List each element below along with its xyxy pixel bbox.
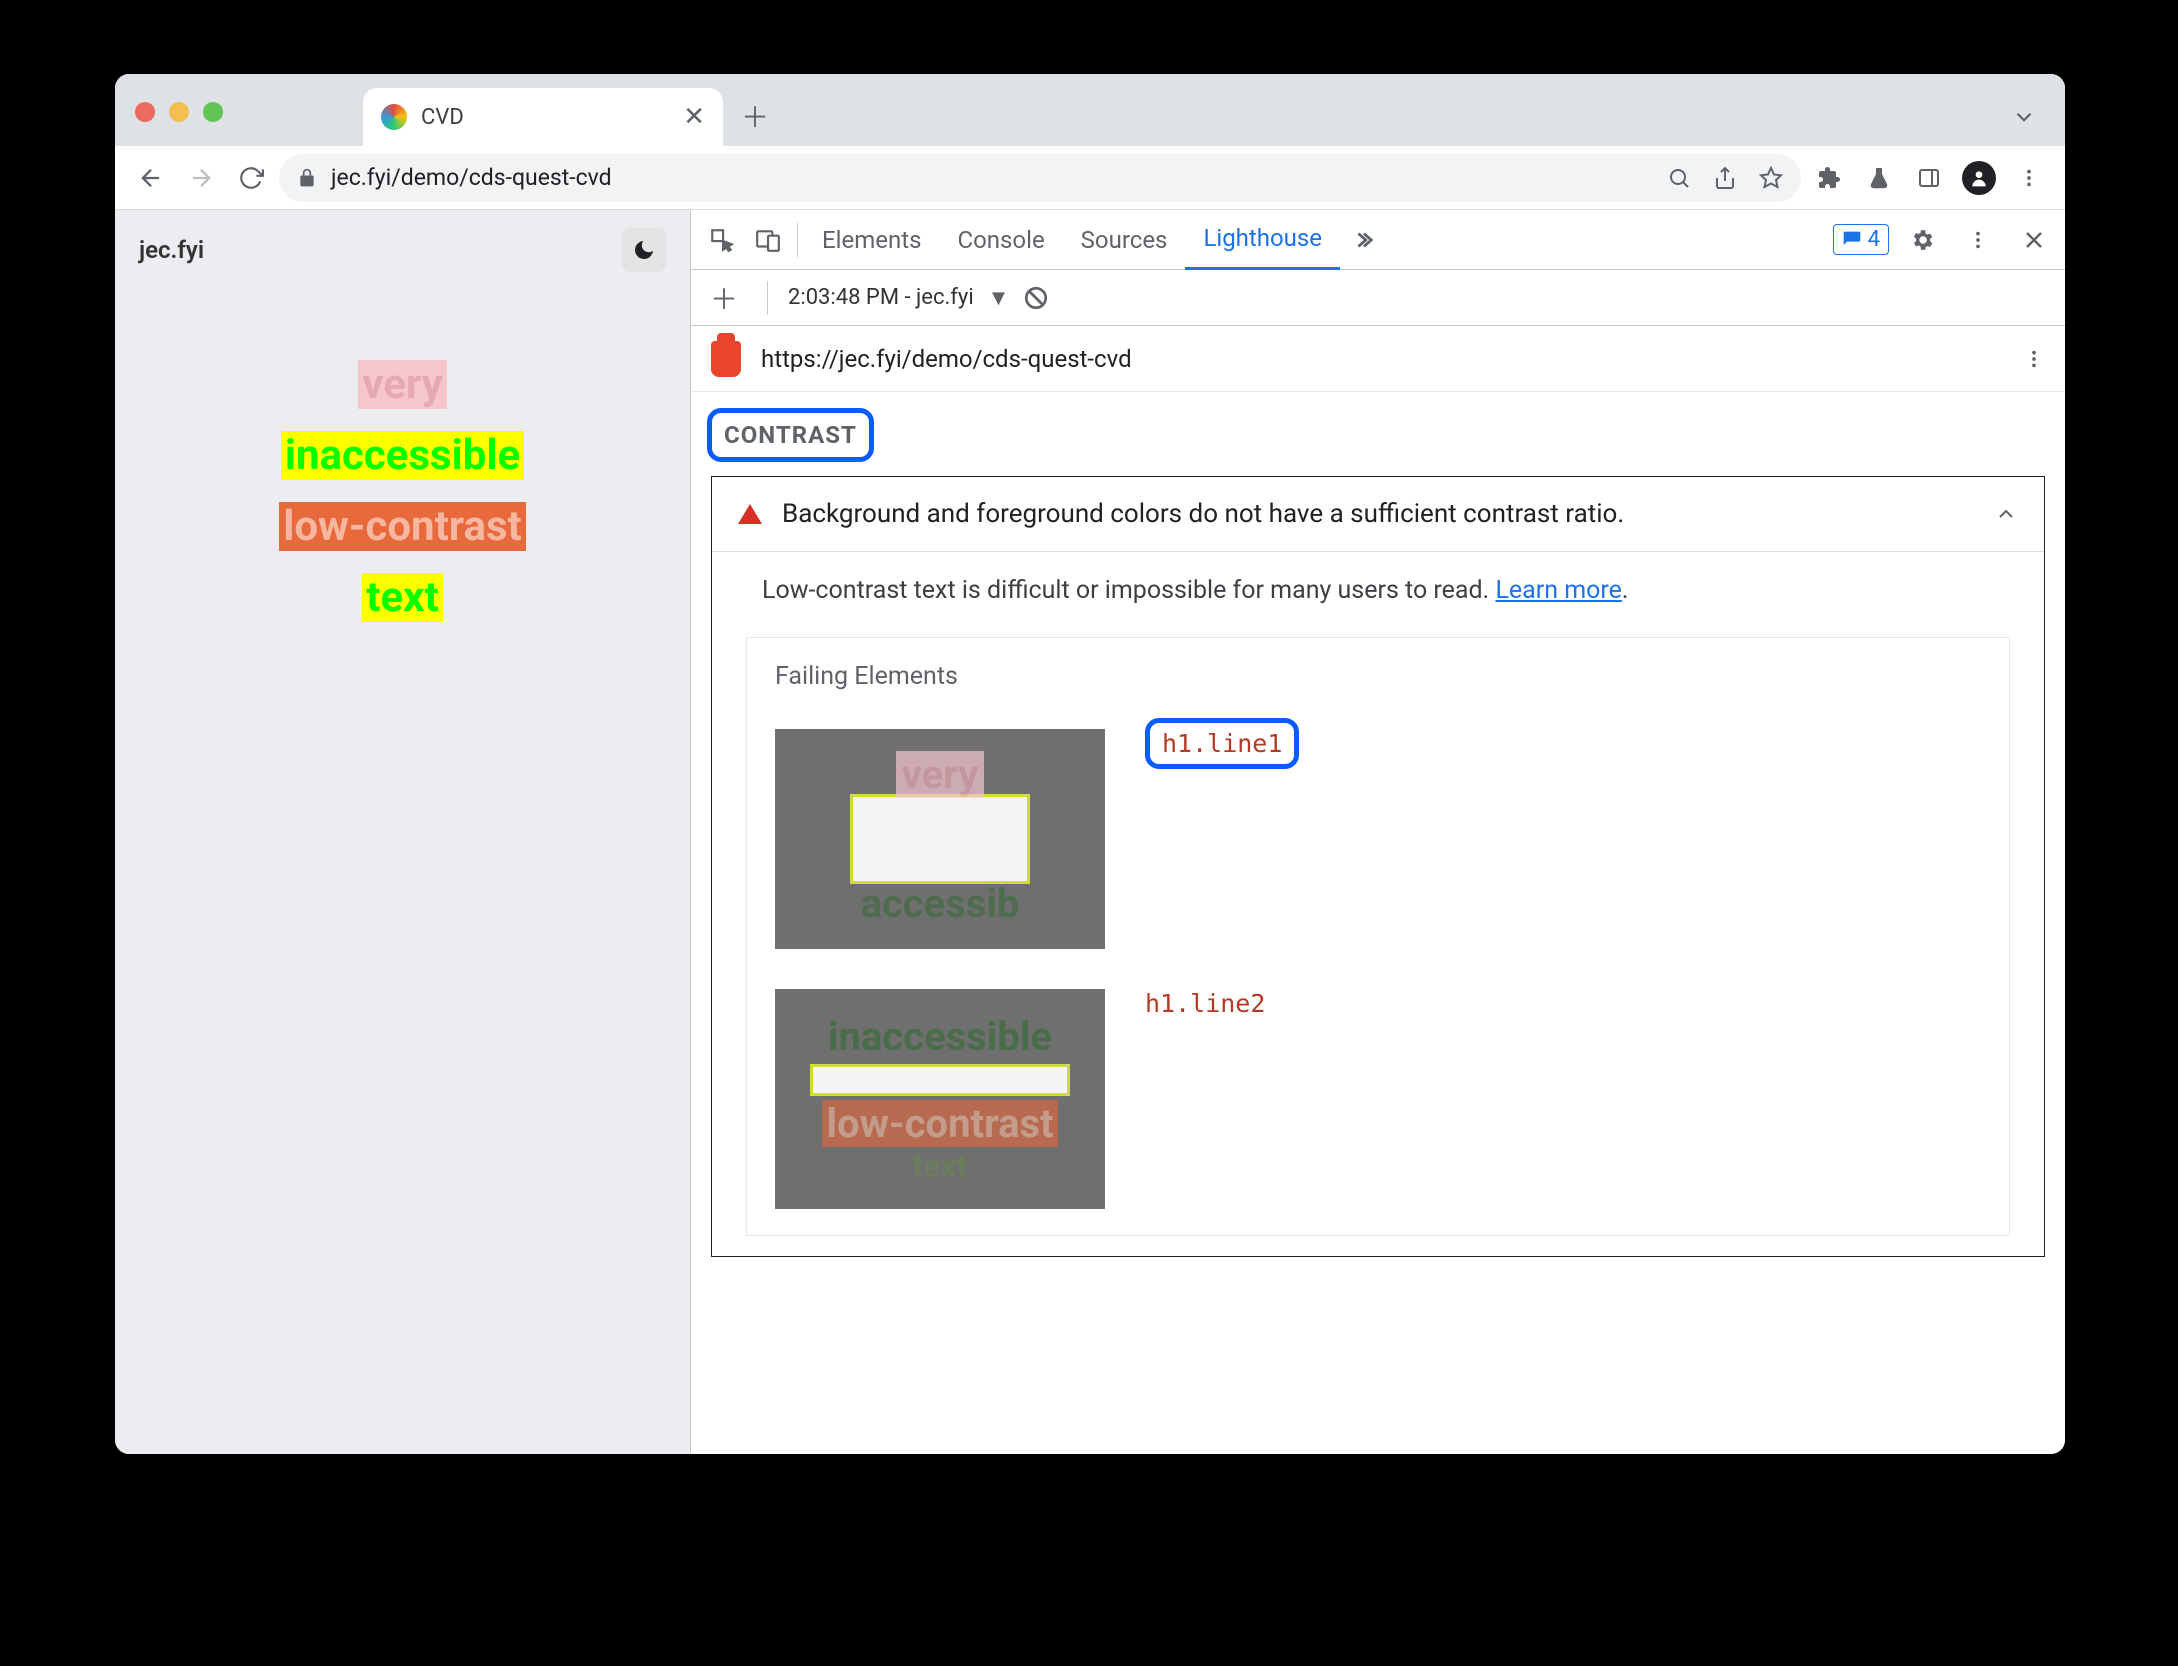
lighthouse-icon (711, 341, 741, 377)
browser-toolbar: jec.fyi/demo/cds-quest-cvd (115, 146, 2065, 210)
address-bar[interactable]: jec.fyi/demo/cds-quest-cvd (279, 154, 1801, 202)
url-text: jec.fyi/demo/cds-quest-cvd (331, 164, 612, 191)
close-devtools-icon[interactable] (2011, 217, 2057, 263)
forward-button[interactable] (179, 156, 223, 200)
tab-console[interactable]: Console (939, 210, 1062, 270)
audit-header[interactable]: Background and foreground colors do not … (712, 477, 2044, 552)
page-word-3: low-contrast (279, 502, 526, 551)
collapse-icon[interactable] (1994, 502, 2018, 526)
tab-elements[interactable]: Elements (804, 210, 939, 270)
contrast-section-label: CONTRAST (707, 408, 874, 462)
dark-mode-toggle[interactable] (622, 228, 666, 272)
new-report-button[interactable]: ＋ (701, 275, 747, 321)
site-title: jec.fyi (139, 236, 204, 264)
close-window-button[interactable] (135, 102, 155, 122)
report-timestamp: 2:03:48 PM - jec.fyi (788, 285, 974, 310)
report-url: https://jec.fyi/demo/cds-quest-cvd (761, 345, 1132, 373)
warning-triangle-icon (738, 504, 762, 524)
back-button[interactable] (129, 156, 173, 200)
close-tab-button[interactable]: ✕ (683, 102, 705, 132)
report-menu-icon[interactable] (2023, 348, 2045, 370)
more-tabs-icon[interactable] (1340, 217, 1386, 263)
browser-menu-button[interactable] (2007, 156, 2051, 200)
rendered-page: jec.fyi very inaccessible low-contrast t… (115, 210, 690, 1454)
reload-button[interactable] (229, 156, 273, 200)
window-controls (135, 102, 223, 122)
failing-element-row[interactable]: inaccessible low-contrast text h1.line2 (747, 975, 2009, 1235)
clear-report-icon[interactable] (1023, 285, 1049, 311)
lock-icon (297, 168, 317, 188)
page-word-4: text (362, 573, 442, 622)
audit-card: Background and foreground colors do not … (711, 476, 2045, 1257)
issues-count: 4 (1868, 227, 1880, 252)
tab-lighthouse[interactable]: Lighthouse (1185, 210, 1340, 270)
report-dropdown-icon[interactable]: ▼ (988, 285, 1010, 311)
zoom-icon[interactable] (1667, 166, 1691, 190)
device-toolbar-icon[interactable] (745, 217, 791, 263)
devtools-menu-icon[interactable] (1955, 217, 2001, 263)
browser-window: CVD ✕ ＋ jec.fyi/demo/cds-qu (115, 74, 2065, 1454)
maximize-window-button[interactable] (203, 102, 223, 122)
tab-strip: CVD ✕ ＋ (115, 74, 2065, 146)
devtools-tabbar: Elements Console Sources Lighthouse 4 (691, 210, 2065, 270)
bookmark-icon[interactable] (1759, 166, 1783, 190)
page-word-2: inaccessible (281, 431, 524, 480)
tab-overflow-button[interactable] (2011, 104, 2037, 130)
audit-title: Background and foreground colors do not … (782, 499, 1624, 529)
new-tab-button[interactable]: ＋ (733, 94, 777, 138)
inspect-element-icon[interactable] (699, 217, 745, 263)
profile-button[interactable] (1957, 156, 2001, 200)
failing-elements-header: Failing Elements (747, 638, 2009, 715)
issues-counter[interactable]: 4 (1833, 224, 1889, 255)
tab-favicon (381, 104, 407, 130)
failing-elements-table: Failing Elements very accessib h1.line1 (746, 637, 2010, 1236)
page-word-1: very (358, 360, 447, 409)
settings-icon[interactable] (1899, 217, 1945, 263)
learn-more-link[interactable]: Learn more (1495, 576, 1621, 605)
element-selector: h1.line2 (1145, 989, 1265, 1018)
tab-title: CVD (421, 105, 464, 130)
sidepanel-icon[interactable] (1907, 156, 1951, 200)
element-thumbnail: very accessib (775, 729, 1105, 949)
labs-icon[interactable] (1857, 156, 1901, 200)
lighthouse-toolbar: ＋ 2:03:48 PM - jec.fyi ▼ (691, 270, 2065, 326)
minimize-window-button[interactable] (169, 102, 189, 122)
audit-description: Low-contrast text is difficult or imposs… (712, 552, 2044, 629)
devtools-panel: Elements Console Sources Lighthouse 4 (690, 210, 2065, 1454)
element-thumbnail: inaccessible low-contrast text (775, 989, 1105, 1209)
failing-element-row[interactable]: very accessib h1.line1 (747, 715, 2009, 975)
element-selector: h1.line1 (1145, 718, 1299, 769)
browser-tab[interactable]: CVD ✕ (363, 88, 723, 146)
extensions-icon[interactable] (1807, 156, 1851, 200)
tab-sources[interactable]: Sources (1063, 210, 1186, 270)
report-url-row: https://jec.fyi/demo/cds-quest-cvd (691, 326, 2065, 392)
share-icon[interactable] (1713, 166, 1737, 190)
